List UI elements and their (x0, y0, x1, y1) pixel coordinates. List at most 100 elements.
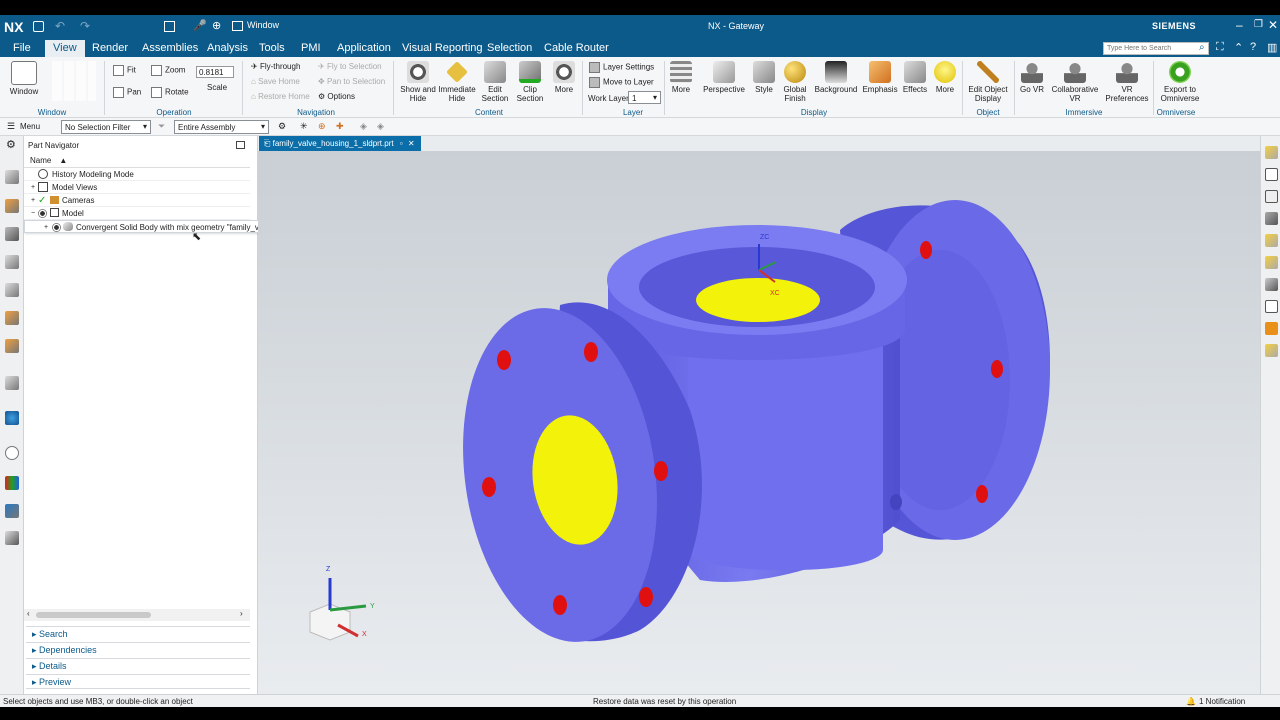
immediate-hide-button[interactable]: Immediate Hide (437, 61, 477, 103)
view-icon[interactable] (1265, 278, 1278, 291)
add-snap-icon[interactable]: ✚ (336, 121, 344, 132)
tab-render[interactable]: Render (92, 42, 128, 54)
fullscreen-icon[interactable]: ⛶ (1216, 41, 1224, 54)
window-layout-grid[interactable] (52, 61, 96, 101)
repeat-command-icon[interactable] (164, 21, 175, 32)
horizontal-scrollbar[interactable]: ‹ › (24, 609, 250, 621)
search-input[interactable] (1103, 42, 1209, 55)
deselect-icon[interactable]: ◈ (360, 121, 367, 132)
minimize-icon[interactable]: – (1236, 18, 1243, 32)
fly-through-button[interactable]: ✈ Fly-through (251, 62, 300, 71)
restore-icon[interactable]: ❐ (1254, 19, 1263, 30)
view-orient-icon[interactable] (1265, 146, 1278, 159)
sparkle-icon[interactable] (1265, 256, 1278, 269)
tab-cable-router[interactable]: Cable Router (544, 42, 609, 54)
vr-preferences-button[interactable]: VR Preferences (1104, 61, 1150, 103)
undo-icon[interactable]: ↶ (55, 19, 65, 33)
scroll-left-icon[interactable]: ‹ (27, 609, 30, 618)
tab-close-icon[interactable]: ✕ (408, 139, 415, 148)
highlight-icon[interactable] (1265, 234, 1278, 247)
zoom-button[interactable]: Zoom (151, 65, 185, 76)
options-button[interactable]: ⚙ Options (318, 92, 355, 101)
perspective-button[interactable]: Perspective (703, 61, 745, 94)
roles-icon[interactable] (5, 411, 19, 425)
system-materials-icon[interactable] (5, 504, 19, 518)
menu-icon[interactable]: ☰ (7, 121, 15, 132)
expand-icon[interactable]: + (31, 181, 35, 194)
restore-home-button[interactable]: ⌂ Restore Home (251, 92, 310, 101)
tab-pmi[interactable]: PMI (301, 42, 321, 54)
show-hide-button[interactable]: Show and Hide (399, 61, 437, 103)
style-button[interactable]: Style (750, 61, 778, 94)
section-dependencies[interactable]: ▸ Dependencies (26, 642, 250, 657)
analysis-icon[interactable] (5, 476, 19, 490)
tree-icon[interactable] (1265, 168, 1278, 181)
fly-to-selection-button[interactable]: ✈ Fly to Selection (318, 62, 382, 71)
selection-options-icon[interactable]: ⚙ (278, 121, 286, 132)
background-button[interactable]: Background (814, 61, 858, 94)
content-more-button[interactable]: More (549, 61, 579, 94)
save-home-button[interactable]: ⌂ Save Home (251, 77, 300, 86)
fit-button[interactable]: Fit (113, 65, 136, 76)
section-preview[interactable]: ▸ Preview (26, 674, 250, 689)
edit-section-button[interactable]: Edit Section (477, 61, 513, 103)
search-icon[interactable]: ⌕ (1199, 42, 1205, 53)
command-finder-icon[interactable] (5, 531, 19, 545)
part-navigator-icon[interactable] (5, 227, 19, 241)
assembly-scope-select[interactable]: Entire Assembly (174, 120, 269, 134)
point-snap-icon[interactable]: ⊕ (318, 121, 326, 132)
window-button[interactable]: Window (6, 61, 42, 96)
window-switch-icon[interactable] (232, 21, 243, 31)
export-omniverse-button[interactable]: Export to Omniverse (1156, 61, 1204, 103)
expand-icon[interactable]: + (44, 221, 48, 234)
web-browser-icon[interactable] (5, 311, 19, 325)
history-icon[interactable] (5, 339, 19, 353)
tab-visual-reporting[interactable]: Visual Reporting (402, 42, 483, 54)
tab-selection[interactable]: Selection (487, 42, 532, 54)
scroll-thumb[interactable] (36, 612, 151, 618)
layer-more-button[interactable]: More (666, 61, 696, 94)
emphasis-button[interactable]: Emphasis (861, 61, 899, 94)
tab-application[interactable]: Application (337, 42, 391, 54)
layout-icon[interactable]: ▥ (1267, 41, 1277, 54)
global-finish-button[interactable]: Global Finish (780, 61, 810, 103)
maximize-panel-icon[interactable] (236, 141, 245, 149)
tab-options-icon[interactable]: ▫ (400, 139, 403, 148)
checkmark-icon[interactable]: ✓ (38, 194, 46, 207)
star-icon[interactable] (1265, 344, 1278, 357)
window-menu[interactable]: Window (247, 20, 279, 30)
tab-file[interactable]: File (13, 42, 31, 54)
work-layer-select[interactable]: 1 (628, 91, 661, 104)
reuse-library-icon[interactable] (5, 255, 19, 269)
tab-tools[interactable]: Tools (259, 42, 285, 54)
rotate-button[interactable]: Rotate (151, 87, 189, 98)
menu-button[interactable]: Menu (20, 122, 40, 131)
clip-section-button[interactable]: Clip Section (513, 61, 547, 103)
graphics-window[interactable]: ZC XC Z Y X (258, 151, 1260, 694)
assembly-navigator-icon[interactable] (5, 170, 19, 184)
select-all-icon[interactable]: ◈ (377, 121, 384, 132)
expand-icon[interactable]: + (31, 194, 35, 207)
pan-to-selection-button[interactable]: ✥ Pan to Selection (318, 77, 385, 86)
visibility-eye-icon[interactable] (52, 223, 61, 232)
process-studio-icon[interactable] (5, 376, 19, 390)
close-icon[interactable]: ✕ (1268, 18, 1278, 32)
shaded-icon[interactable] (1265, 212, 1278, 225)
tab-assemblies[interactable]: Assemblies (142, 42, 198, 54)
section-search[interactable]: ▸ Search (26, 626, 250, 641)
collapse-ribbon-icon[interactable]: ⌃ (1234, 41, 1243, 54)
tab-analysis[interactable]: Analysis (207, 42, 248, 54)
tree-row-model-views[interactable]: + Model Views (24, 181, 250, 194)
scroll-right-icon[interactable]: › (240, 609, 243, 618)
tree-row-cameras[interactable]: + ✓ Cameras (24, 194, 250, 207)
layer-settings-button[interactable]: Layer Settings (589, 62, 654, 73)
valve-housing-model[interactable] (258, 151, 1260, 694)
column-header-name[interactable]: Name ▲ (24, 156, 250, 168)
snap-icon[interactable]: ✳ (300, 121, 308, 132)
layer-icon[interactable] (1265, 322, 1278, 335)
tree-row-history-mode[interactable]: History Modeling Mode (24, 168, 250, 181)
help-icon[interactable]: ? (1250, 41, 1256, 53)
redo-icon[interactable]: ↷ (80, 19, 90, 33)
settings-icon[interactable]: ⚙ (6, 138, 16, 151)
clock-icon[interactable] (5, 446, 19, 460)
